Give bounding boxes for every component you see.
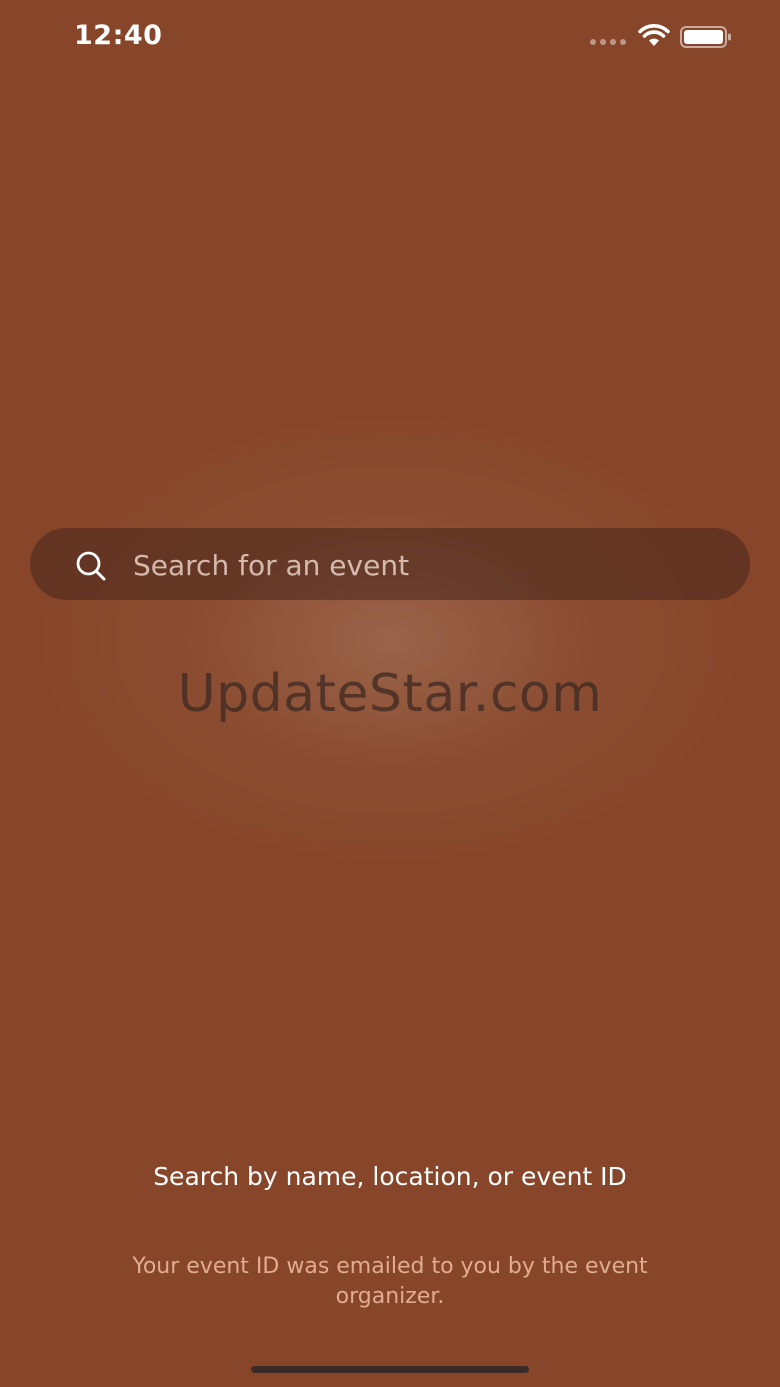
- signal-dots-icon: [590, 39, 628, 45]
- status-time: 12:40: [74, 20, 163, 51]
- wifi-icon: [638, 24, 670, 46]
- search-input[interactable]: [133, 540, 693, 590]
- home-indicator[interactable]: [251, 1366, 529, 1373]
- search-hint-title: Search by name, location, or event ID: [153, 1162, 627, 1191]
- search-hint-subtitle: Your event ID was emailed to you by the …: [132, 1254, 648, 1309]
- search-icon: [76, 551, 106, 581]
- battery-icon: [680, 26, 731, 48]
- status-bar: 12:40: [0, 0, 780, 80]
- watermark-text: UpdateStar.com: [177, 664, 603, 724]
- event-search-screen: 12:40 UpdateStar.com Search by name, loc…: [0, 0, 780, 1387]
